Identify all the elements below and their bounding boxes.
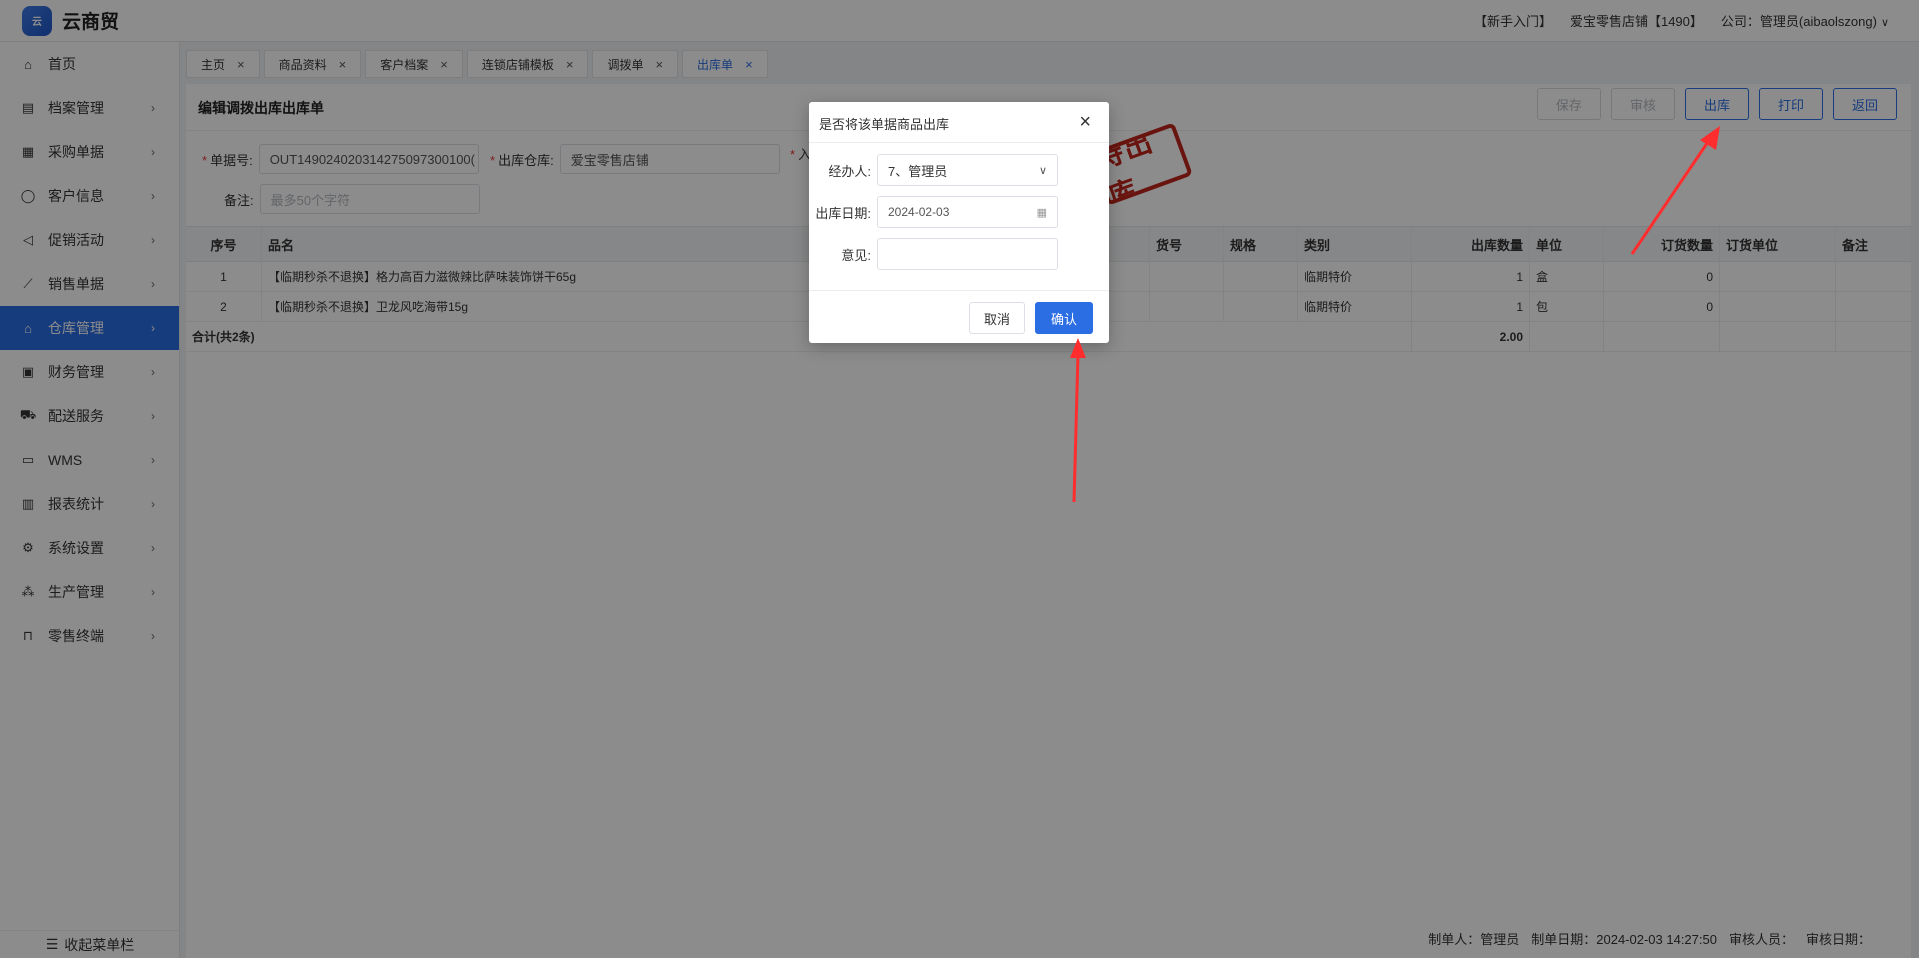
calendar-icon: ▦ [1036,206,1047,219]
handler-value: 7、管理员 [888,163,948,179]
date-value: 2024-02-03 [888,205,950,219]
opinion-row: 意见: [809,238,1058,270]
cancel-button[interactable]: 取消 [969,302,1025,334]
date-row: 出库日期: 2024-02-03 ▦ [809,196,1058,228]
divider [809,142,1109,143]
date-label: 出库日期: [815,205,871,221]
confirm-button[interactable]: 确认 [1035,302,1093,334]
dialog-title: 是否将该单据商品出库 [819,117,950,132]
opinion-label: 意见: [841,247,871,263]
close-icon[interactable]: × [1079,110,1091,134]
handler-label: 经办人: [828,163,871,179]
outbound-date-input[interactable]: 2024-02-03 ▦ [877,196,1058,228]
opinion-textarea[interactable] [877,238,1058,270]
chevron-down-icon: ∨ [1038,164,1047,177]
divider [809,290,1109,291]
handler-select[interactable]: 7、管理员 ∨ [877,154,1058,186]
handler-row: 经办人: 7、管理员 ∨ [809,154,1058,186]
outbound-confirm-dialog: 是否将该单据商品出库 × 经办人: 7、管理员 ∨ 出库日期: 2024-02-… [809,102,1109,343]
